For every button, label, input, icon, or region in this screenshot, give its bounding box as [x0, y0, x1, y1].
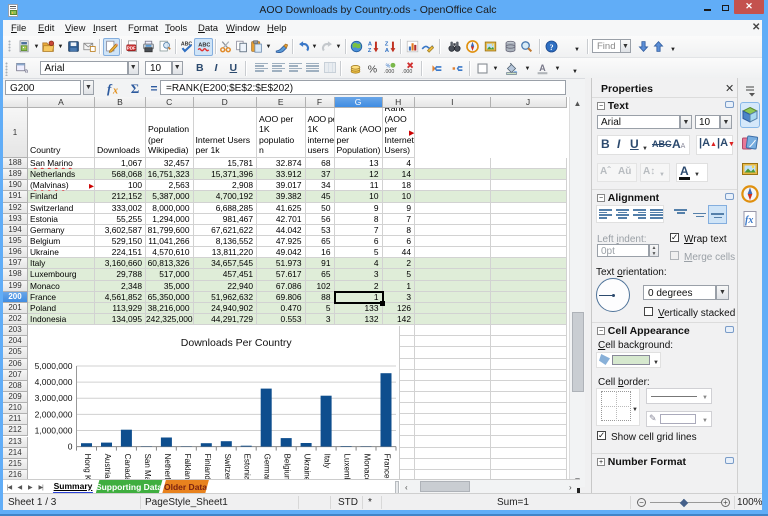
svg-text:Ukraine: Ukraine: [302, 454, 311, 479]
svg-text:2,000,000: 2,000,000: [34, 409, 72, 419]
svg-text:=: =: [150, 82, 157, 96]
svg-text:Σ: Σ: [131, 81, 140, 96]
svg-text:Luxembo: Luxembo: [342, 454, 351, 479]
svg-text:San Mari: San Mari: [142, 454, 151, 479]
svg-text:Germany: Germany: [262, 454, 271, 479]
svg-text:Z: Z: [368, 48, 372, 53]
svg-text:1,000,000: 1,000,000: [34, 426, 72, 436]
svg-text:0: 0: [67, 442, 72, 452]
svg-text:x: x: [112, 86, 118, 97]
svg-text:%: %: [368, 63, 377, 74]
svg-text:ABC: ABC: [198, 43, 210, 49]
svg-text:.000: .000: [402, 68, 412, 74]
svg-text:Italy: Italy: [322, 454, 331, 469]
svg-text:a: a: [25, 68, 28, 74]
svg-text:Monaco: Monaco: [362, 454, 371, 479]
svg-text:France: France: [382, 454, 391, 479]
svg-text:Austria: Austria: [103, 454, 112, 479]
svg-text:Downloads Per Country: Downloads Per Country: [180, 337, 292, 349]
svg-text:%: %: [385, 63, 390, 69]
svg-text:3,000,000: 3,000,000: [34, 393, 72, 403]
svg-text:PDF: PDF: [127, 45, 136, 50]
svg-text:5,000,000: 5,000,000: [34, 361, 72, 371]
svg-text:fx: fx: [745, 215, 753, 226]
svg-text:A: A: [368, 42, 372, 48]
svg-text:Belgium: Belgium: [282, 454, 291, 479]
svg-text:.000: .000: [384, 68, 394, 74]
svg-text:?: ?: [549, 43, 553, 52]
svg-text:4,000,000: 4,000,000: [34, 377, 72, 387]
svg-text:Netherla: Netherla: [162, 454, 171, 479]
svg-text:Falkland: Falkland: [182, 454, 191, 479]
svg-text:Canada: Canada: [122, 454, 131, 479]
svg-text:Estonia: Estonia: [242, 454, 251, 479]
svg-text:Finland: Finland: [202, 454, 211, 479]
svg-text:Switzerla: Switzerla: [222, 454, 231, 479]
svg-text:Hong Ko: Hong Ko: [83, 454, 92, 479]
svg-text:Z: Z: [384, 42, 388, 48]
svg-text:A: A: [539, 62, 546, 72]
svg-text:A: A: [384, 48, 388, 53]
